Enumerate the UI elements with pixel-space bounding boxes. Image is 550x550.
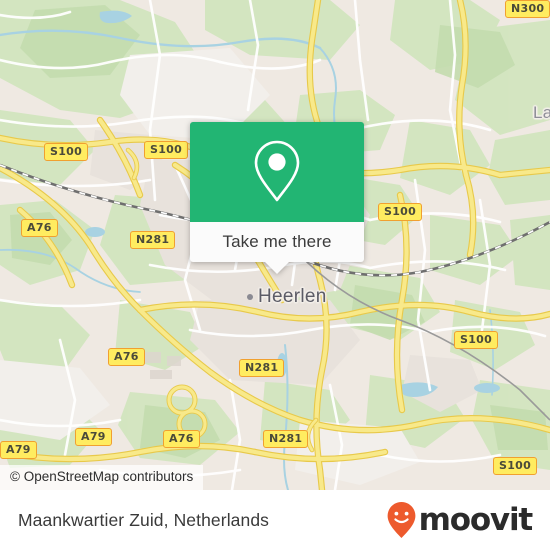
callout-pointer-tail <box>264 261 290 274</box>
city-marker-dot <box>247 294 253 300</box>
road-shield-a79: A79 <box>0 441 37 459</box>
moovit-location-card: N300 S100 S100 S100 A76 N281 S100 A76 N281 A79 A79… <box>0 0 550 550</box>
road-shield-s100: S100 <box>454 331 499 349</box>
city-label-heerlen: Heerlen <box>258 286 327 307</box>
edge-place-label: La <box>533 103 550 122</box>
moovit-logo[interactable]: moovit <box>385 500 534 540</box>
road-shield-s100: S100 <box>44 143 89 161</box>
road-shield-n281: N281 <box>263 430 309 448</box>
road-shield-a76: A76 <box>21 219 58 237</box>
road-shield-s100: S100 <box>493 457 538 475</box>
callout-action-panel[interactable]: Take me there <box>190 222 364 274</box>
road-shield-s100: S100 <box>378 203 423 221</box>
map-pin-icon <box>254 140 300 202</box>
osm-attribution[interactable]: © OpenStreetMap contributors <box>0 465 204 490</box>
road-shield-a79: A79 <box>75 428 112 446</box>
road-shield-n281: N281 <box>130 231 176 249</box>
take-me-there-callout[interactable]: Take me there <box>190 122 364 274</box>
location-title: Maankwartier Zuid, Netherlands <box>18 509 270 530</box>
road-shield-n281: N281 <box>239 359 285 377</box>
moovit-wordmark: moovit <box>418 501 534 538</box>
road-shield-n300: N300 <box>505 0 550 18</box>
take-me-there-label: Take me there <box>222 232 332 251</box>
footer-bar: Maankwartier Zuid, Netherlands moovit <box>0 490 550 550</box>
road-shield-a76: A76 <box>108 348 145 366</box>
callout-icon-panel <box>190 122 364 222</box>
road-shield-s100: S100 <box>144 141 189 159</box>
road-shield-a76: A76 <box>163 430 200 448</box>
moovit-smiley-pin-icon <box>387 502 416 538</box>
